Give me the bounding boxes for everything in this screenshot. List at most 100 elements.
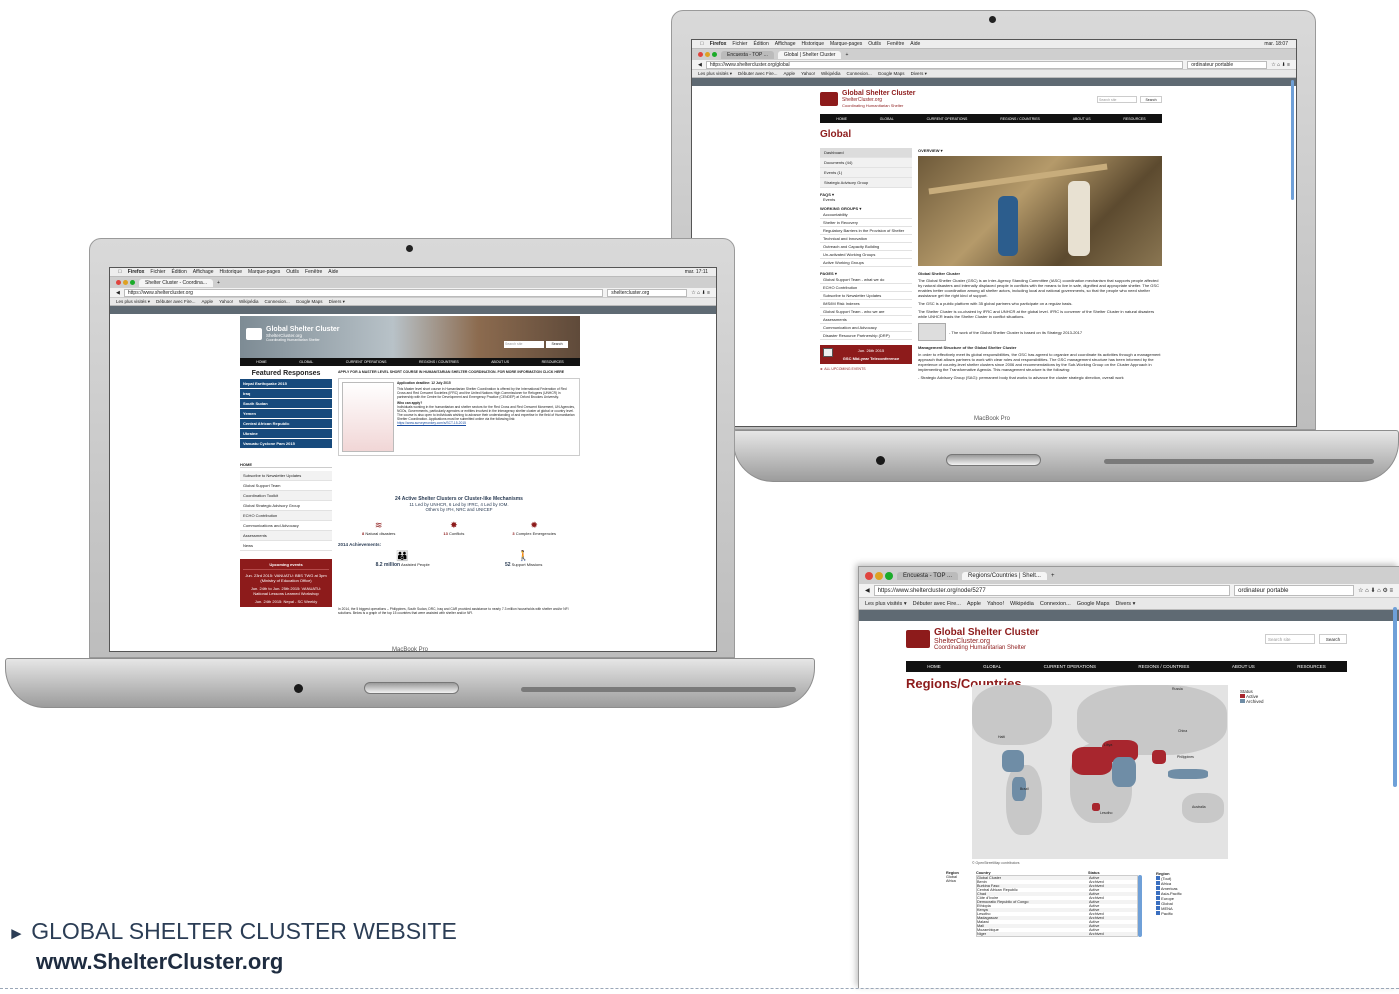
toolbar-icons[interactable]: ☆ ⌂ ⬇ ≡ [1271, 62, 1290, 68]
apple-menu-icon[interactable]:  [700, 41, 704, 47]
wg-item[interactable]: Active Working Groups [820, 259, 912, 267]
home-menu-item[interactable]: Communications and Advocacy [240, 521, 332, 531]
page-item[interactable]: Communication and Advocacy [820, 324, 912, 332]
side-tab-dashboard[interactable]: Dashboard [820, 148, 912, 158]
toolbar-icons[interactable]: ☆ ⌂ ⬇ ⌂ ⚙ ≡ [1358, 587, 1393, 594]
bookmark-connexion[interactable]: Connexion... [1040, 601, 1071, 607]
wg-item[interactable]: Shelter in Recovery [820, 219, 912, 227]
bookmark-apple[interactable]: Apple [967, 601, 981, 607]
wg-item[interactable]: Outreach and Capacity Building [820, 243, 912, 251]
menu-outils[interactable]: Outils [868, 41, 881, 47]
event-item[interactable]: Jun. 23rd 2015: VANUATU: BBS TWG at 3pm … [243, 573, 329, 583]
menu-fenetre[interactable]: Fenêtre [887, 41, 904, 47]
close-icon[interactable] [698, 52, 703, 57]
menu-historique[interactable]: Historique [220, 269, 243, 275]
nav-resources[interactable]: RESOURCES [1297, 664, 1326, 669]
close-icon[interactable] [116, 280, 121, 285]
new-tab-button[interactable]: + [1051, 573, 1055, 579]
bookmark-google-maps[interactable]: Google Maps [878, 71, 905, 76]
scrollbar[interactable] [1393, 607, 1397, 787]
back-icon[interactable]: ◀ [698, 62, 702, 68]
page-item[interactable]: Assessments [820, 316, 912, 324]
menu-affichage[interactable]: Affichage [775, 41, 796, 47]
home-menu-item[interactable]: News [240, 541, 332, 551]
checkbox-icon[interactable] [1156, 906, 1160, 910]
side-tab-documents[interactable]: Documents (44) [820, 158, 912, 168]
url-input[interactable]: https://www.sheltercluster.org [123, 288, 604, 297]
bookmark-connexion[interactable]: Connexion... [847, 71, 872, 76]
minimize-icon[interactable] [705, 52, 710, 57]
map-archived-region[interactable] [1002, 750, 1024, 772]
course-flyer[interactable] [342, 382, 394, 452]
bookmark-getting-started[interactable]: Débuter avec Fire... [738, 71, 778, 76]
url-input[interactable]: https://www.sheltercluster.org/global [705, 60, 1184, 69]
page-item[interactable]: Global Support Team - who we are [820, 308, 912, 316]
search-input[interactable]: ordinateur portable [1234, 585, 1355, 596]
response-item[interactable]: Nepal Earthquake 2015 [240, 379, 332, 388]
country-name[interactable]: Niger [977, 932, 1089, 936]
wg-item[interactable]: Technical and Innovation [820, 235, 912, 243]
page-item[interactable]: Disaster Resource Partnership (DRP) [820, 332, 912, 340]
back-icon[interactable]: ◀ [116, 290, 120, 296]
course-notice[interactable]: APPLY FOR A MASTER LEVEL SHORT COURSE IN… [338, 370, 580, 374]
search-input[interactable]: sheltercluster.org [607, 288, 688, 297]
nav-operations[interactable]: CURRENT OPERATIONS [1044, 664, 1096, 669]
side-tab-events[interactable]: Events (1) [820, 168, 912, 178]
minimize-icon[interactable] [123, 280, 128, 285]
nav-about[interactable]: ABOUT US [1232, 664, 1255, 669]
menu-aide[interactable]: Aide [910, 41, 920, 47]
tab-regions[interactable]: Regions/Countries | Shelt... [962, 571, 1047, 580]
menu-firefox[interactable]: Firefox [710, 41, 727, 47]
close-icon[interactable] [865, 571, 873, 580]
nav-regions[interactable]: REGIONS / COUNTRIES [1138, 664, 1189, 669]
checkbox-icon[interactable] [1156, 891, 1160, 895]
wg-item[interactable]: Accountability [820, 211, 912, 219]
menu-fenetre[interactable]: Fenêtre [305, 269, 322, 275]
nav-global[interactable]: GLOBAL [983, 664, 1001, 669]
apple-menu-icon[interactable]:  [118, 269, 122, 275]
bookmark-yahoo[interactable]: Yahoo! [219, 299, 233, 304]
response-item[interactable]: Ukraine [240, 429, 332, 438]
nav-regions[interactable]: REGIONS / COUNTRIES [419, 360, 459, 364]
nav-resources[interactable]: RESOURCES [1123, 117, 1145, 121]
site-search-input[interactable]: Search site [1097, 95, 1137, 103]
response-item[interactable]: Vanuatu Cyclone Pam 2015 [240, 439, 332, 448]
menu-marque-pages[interactable]: Marque-pages [248, 269, 280, 275]
home-menu-item[interactable]: Assessments [240, 531, 332, 541]
bookmark-google-maps[interactable]: Google Maps [296, 299, 323, 304]
bookmark-getting-started[interactable]: Débuter avec Fire... [913, 601, 961, 607]
toolbar-icons[interactable]: ☆ ⌂ ⬇ ≡ [691, 290, 710, 296]
bookmark-apple[interactable]: Apple [784, 71, 796, 76]
site-search-button[interactable]: Search [1140, 95, 1162, 103]
bookmark-wikipedia[interactable]: Wikipédia [1010, 601, 1034, 607]
site-logo[interactable]: Global Shelter Cluster ShelterCluster.or… [820, 90, 1162, 108]
back-icon[interactable]: ◀ [865, 587, 870, 594]
nav-about[interactable]: ABOUT US [491, 360, 509, 364]
tab-encuesta[interactable]: Encuesta - TOP ... [721, 50, 774, 59]
tab-shelter-cluster[interactable]: Shelter Cluster - Coordina... [139, 278, 213, 287]
bookmark-most-visited[interactable]: Les plus visités ▾ [698, 71, 732, 77]
menu-outils[interactable]: Outils [286, 269, 299, 275]
map-archived-region[interactable] [1112, 757, 1136, 787]
nav-resources[interactable]: RESOURCES [542, 360, 564, 364]
nav-global[interactable]: GLOBAL [299, 360, 313, 364]
site-search-input[interactable]: Search site [504, 341, 544, 348]
menu-edition[interactable]: Édition [171, 269, 186, 275]
checkbox-icon[interactable] [1156, 896, 1160, 900]
page-item[interactable]: IMS/IM Risk Indexes [820, 300, 912, 308]
menu-fichier[interactable]: Fichier [732, 41, 747, 47]
response-item[interactable]: Iraq [240, 389, 332, 398]
nav-operations[interactable]: CURRENT OPERATIONS [927, 117, 968, 121]
bookmark-divers[interactable]: Divers ▾ [1115, 601, 1135, 607]
nav-about[interactable]: ABOUT US [1073, 117, 1091, 121]
bookmark-most-visited[interactable]: Les plus visités ▾ [865, 601, 907, 607]
zoom-icon[interactable] [130, 280, 135, 285]
event-item[interactable]: Jun. 24th 2015: Nepal - SC Weekly [243, 599, 329, 604]
checkbox-icon[interactable] [1156, 881, 1160, 885]
menu-historique[interactable]: Historique [802, 41, 825, 47]
menu-aide[interactable]: Aide [328, 269, 338, 275]
home-menu-item[interactable]: Subscribe to Newsletter Updates [240, 471, 332, 481]
tab-global[interactable]: Global | Shelter Cluster [777, 50, 842, 59]
bookmark-most-visited[interactable]: Les plus visités ▾ [116, 299, 150, 305]
site-search-button[interactable]: Search [1319, 634, 1347, 644]
